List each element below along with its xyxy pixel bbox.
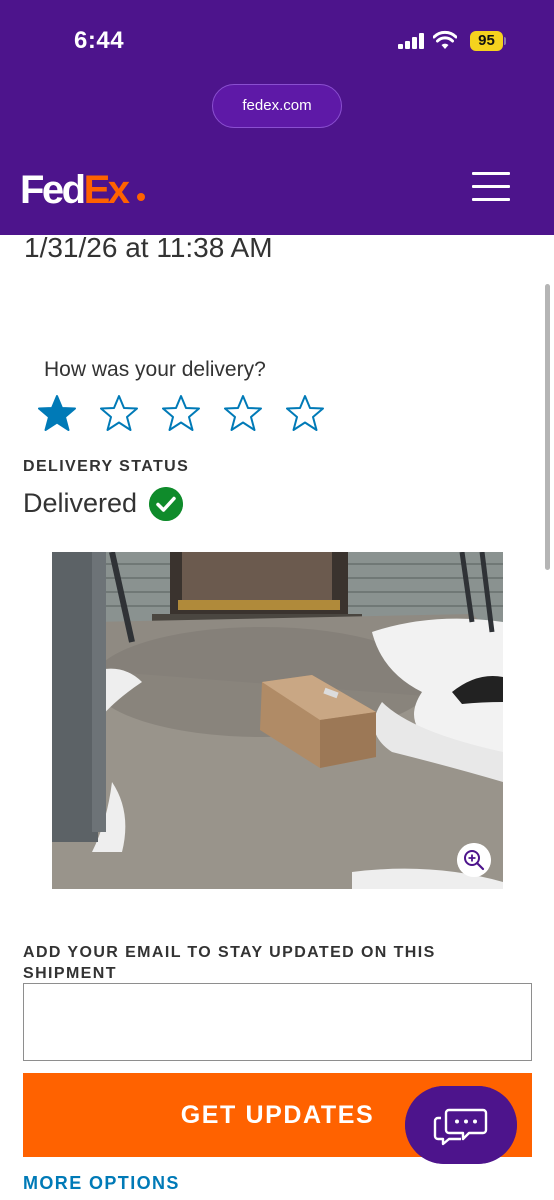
checkmark-icon xyxy=(149,487,183,521)
fedex-logo[interactable]: FedEx xyxy=(20,168,145,212)
status-bar-time: 6:44 xyxy=(74,27,125,54)
rating-question: How was your delivery? xyxy=(44,358,266,381)
proof-of-delivery-photo[interactable] xyxy=(52,552,503,889)
delivery-datetime: 1/31/26 at 11:38 AM xyxy=(24,232,273,263)
battery-icon: 95 xyxy=(470,31,506,51)
star-icon[interactable] xyxy=(224,394,262,432)
hamburger-menu-button[interactable] xyxy=(472,168,512,204)
battery-level: 95 xyxy=(470,31,503,51)
email-updates-label: ADD YOUR EMAIL TO STAY UPDATED ON THIS S… xyxy=(23,944,436,982)
chat-bubbles-icon[interactable] xyxy=(405,1086,517,1164)
star-icon[interactable] xyxy=(100,394,138,432)
star-icon[interactable] xyxy=(286,394,324,432)
more-options-link[interactable]: MORE OPTIONS xyxy=(23,1173,180,1194)
address-bar[interactable]: fedex.com xyxy=(212,84,342,128)
star-icon[interactable] xyxy=(162,394,200,432)
delivery-status-value: Delivered xyxy=(23,488,138,518)
registered-mark-icon xyxy=(137,193,145,201)
scrollbar[interactable] xyxy=(545,284,550,570)
wifi-icon xyxy=(433,30,457,49)
logo-ex: Ex xyxy=(83,168,130,212)
zoom-in-icon[interactable] xyxy=(457,843,491,877)
top-chrome: 6:44 95 fedex.com FedEx xyxy=(0,0,554,235)
email-field[interactable] xyxy=(23,983,532,1061)
porch-package-image xyxy=(52,552,503,889)
cellular-signal-icon xyxy=(398,33,426,49)
star-icon-filled[interactable] xyxy=(38,394,76,432)
logo-fed: Fed xyxy=(20,168,86,212)
delivery-status-label: DELIVERY STATUS xyxy=(23,458,190,475)
star-rating xyxy=(38,394,338,436)
